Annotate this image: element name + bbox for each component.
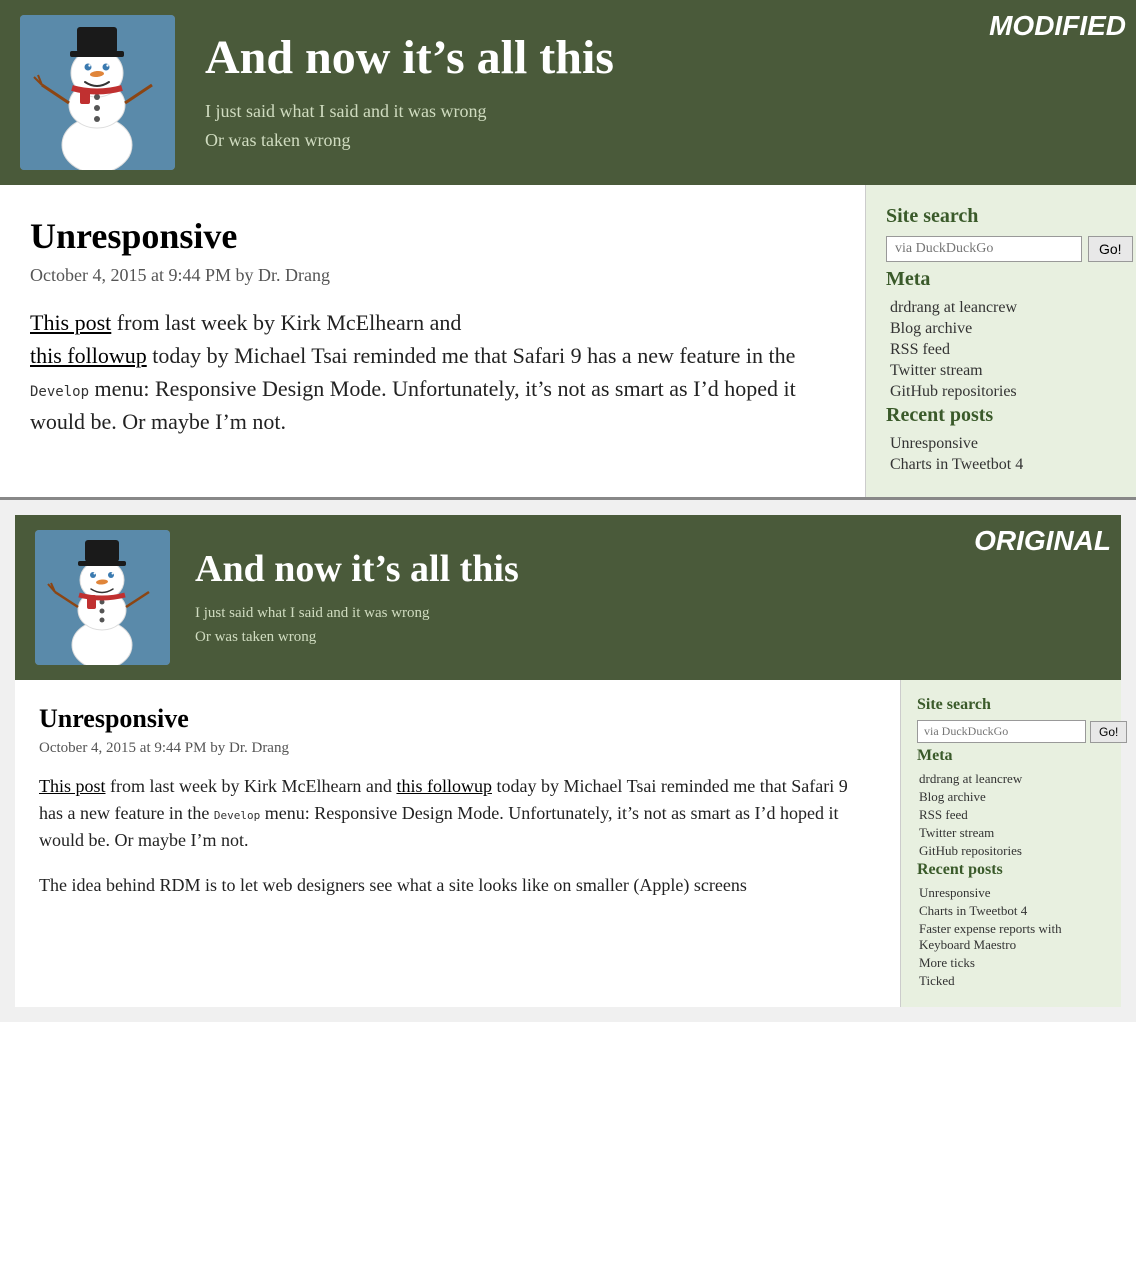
search-title-modified: Site search (886, 205, 1116, 228)
site-subtitle2-original: Or was taken wrong (195, 625, 519, 649)
post-meta-modified: October 4, 2015 at 9:44 PM by Dr. Drang (30, 265, 835, 286)
avatar-modified (20, 15, 175, 170)
sidebar-search-section-modified: Site search Go! (886, 205, 1116, 262)
sidebar-original: Site search Go! Meta drdrang at leancrew… (901, 680, 1121, 1007)
post-body-modified: This post from last week by Kirk McElhea… (30, 306, 835, 438)
sidebar-search-section-original: Site search Go! (917, 696, 1105, 743)
post-body-part1-modified: from last week by Kirk McElhearn and (117, 310, 462, 335)
original-section: And now it’s all this I just said what I… (0, 500, 1136, 1022)
search-button-modified[interactable]: Go! (1088, 236, 1133, 262)
site-subtitle2-modified: Or was taken wrong (205, 126, 614, 155)
header-text-modified: And now it’s all this I just said what I… (205, 30, 614, 155)
meta-link-3-modified[interactable]: Twitter stream (886, 362, 1116, 380)
post-body-part2-modified: today by Michael Tsai reminded me that S… (152, 343, 795, 368)
sidebar-modified: Site search Go! Meta drdrang at leancrew… (866, 185, 1136, 497)
meta-link-1-modified[interactable]: Blog archive (886, 320, 1116, 338)
recent-link-1-original[interactable]: Charts in Tweetbot 4 (917, 903, 1105, 919)
recent-link-1-modified[interactable]: Charts in Tweetbot 4 (886, 456, 1116, 474)
search-title-original: Site search (917, 696, 1105, 714)
sidebar-recent-section-modified: Recent posts Unresponsive Charts in Twee… (886, 404, 1116, 474)
search-button-original[interactable]: Go! (1090, 721, 1127, 743)
modified-label: MODIFIED (989, 10, 1126, 42)
post-title-modified: Unresponsive (30, 215, 835, 257)
post-body-part1-original: from last week by Kirk McElhearn and (110, 776, 392, 796)
main-original: Unresponsive October 4, 2015 at 9:44 PM … (15, 680, 1121, 1007)
recent-link-0-modified[interactable]: Unresponsive (886, 435, 1116, 453)
recent-link-2-original[interactable]: Faster expense reports with Keyboard Mae… (917, 921, 1105, 953)
header-original: And now it’s all this I just said what I… (15, 515, 1121, 680)
header-modified: And now it’s all this I just said what I… (0, 0, 1136, 185)
post-body-original: This post from last week by Kirk McElhea… (39, 773, 876, 899)
search-row-modified: Go! (886, 236, 1116, 262)
sidebar-recent-section-original: Recent posts Unresponsive Charts in Twee… (917, 861, 1105, 989)
recent-link-3-original[interactable]: More ticks (917, 955, 1105, 971)
recent-title-modified: Recent posts (886, 404, 1116, 427)
content-original: Unresponsive October 4, 2015 at 9:44 PM … (15, 680, 901, 1007)
recent-title-original: Recent posts (917, 861, 1105, 879)
recent-link-4-original[interactable]: Ticked (917, 973, 1105, 989)
site-subtitle1-original: I just said what I said and it was wrong (195, 601, 519, 625)
meta-link-4-modified[interactable]: GitHub repositories (886, 383, 1116, 401)
header-text-original: And now it’s all this I just said what I… (195, 547, 519, 649)
post-inline-code-modified: Develop (30, 384, 89, 400)
meta-link-0-modified[interactable]: drdrang at leancrew (886, 299, 1116, 317)
recent-link-0-original[interactable]: Unresponsive (917, 885, 1105, 901)
post-body-part4-original: The idea behind RDM is to let web design… (39, 875, 747, 895)
sidebar-meta-section-modified: Meta drdrang at leancrew Blog archive RS… (886, 268, 1116, 401)
search-row-original: Go! (917, 720, 1105, 743)
post-meta-original: October 4, 2015 at 9:44 PM by Dr. Drang (39, 740, 876, 757)
post-inline-code-original: Develop (214, 809, 260, 822)
post-title-original: Unresponsive (39, 704, 876, 734)
site-subtitle1-modified: I just said what I said and it was wrong (205, 97, 614, 126)
meta-link-0-original[interactable]: drdrang at leancrew (917, 771, 1105, 787)
meta-link-2-original[interactable]: RSS feed (917, 807, 1105, 823)
avatar-original (35, 530, 170, 665)
post-link1-modified[interactable]: This post (30, 310, 111, 335)
post-link2-original[interactable]: this followup (396, 776, 492, 796)
site-title-modified: And now it’s all this (205, 30, 614, 85)
meta-link-2-modified[interactable]: RSS feed (886, 341, 1116, 359)
original-label: ORIGINAL (974, 525, 1111, 557)
meta-link-1-original[interactable]: Blog archive (917, 789, 1105, 805)
post-link2-modified[interactable]: this followup (30, 343, 147, 368)
search-input-original[interactable] (917, 720, 1086, 743)
search-input-modified[interactable] (886, 236, 1082, 262)
meta-link-4-original[interactable]: GitHub repositories (917, 843, 1105, 859)
meta-title-modified: Meta (886, 268, 1116, 291)
post-body-part3-modified: menu: Responsive Design Mode. Unfortunat… (30, 376, 796, 434)
sidebar-meta-section-original: Meta drdrang at leancrew Blog archive RS… (917, 747, 1105, 859)
site-title-original: And now it’s all this (195, 547, 519, 591)
post-link1-original[interactable]: This post (39, 776, 106, 796)
main-modified: Unresponsive October 4, 2015 at 9:44 PM … (0, 185, 1136, 500)
content-modified: Unresponsive October 4, 2015 at 9:44 PM … (0, 185, 866, 497)
meta-link-3-original[interactable]: Twitter stream (917, 825, 1105, 841)
meta-title-original: Meta (917, 747, 1105, 765)
